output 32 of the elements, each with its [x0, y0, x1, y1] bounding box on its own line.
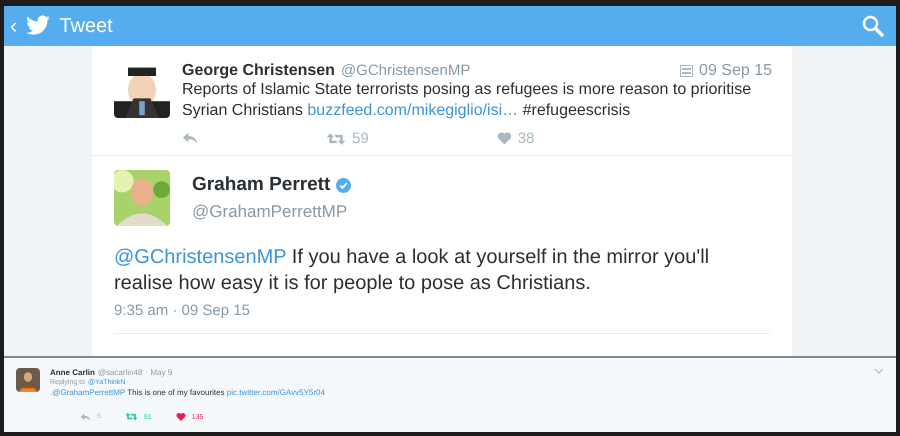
author-name: George Christensen — [182, 62, 335, 80]
quoted-tweet-card[interactable]: George Christensen @GChristensenMP 09 Sep 15 Reports of Islamic State terrorists posing as refugees is more reason to prioritise Syrian Christians buzzfeed.com/mikegiglio/isi… #refugeescrisis 59 38 — [92, 58, 792, 156]
search-icon[interactable] — [862, 15, 884, 38]
tweet-link[interactable]: buzzfeed.com/mikegiglio/isi… — [307, 102, 518, 120]
heart-icon[interactable] — [496, 131, 512, 146]
author-handle: @sacarlin48 — [98, 368, 142, 377]
tweet-text: @GChristensenMP If you have a look at yourself in the mirror you'll realise how easy it is for people to pose as Christians. — [114, 245, 710, 296]
back-button[interactable]: ‹ — [10, 13, 18, 40]
like-count: 38 — [518, 130, 534, 148]
retweet-icon[interactable] — [124, 412, 138, 422]
heart-icon[interactable] — [176, 412, 186, 422]
author-name: Anne Carlin — [50, 368, 95, 377]
tweet-text: .@GrahamPerrettMP This is one of my favourites pic.twitter.com/GAvv5Y5r04 — [50, 388, 326, 398]
reply-icon[interactable] — [80, 412, 91, 422]
hashtag-link[interactable]: #refugeescrisis — [522, 102, 630, 120]
tweet-date: · May 9 — [146, 368, 172, 377]
author-name: Graham Perrett — [192, 174, 330, 196]
calendar-icon — [680, 65, 694, 78]
bird-icon — [25, 15, 52, 38]
author-handle: @GrahamPerrettMP — [192, 202, 348, 222]
mention-link[interactable]: @GChristensenMP — [114, 246, 286, 268]
screen-title: Tweet — [59, 14, 114, 38]
tweet-date: 09 Sep 15 — [699, 62, 772, 80]
tweet-timestamp: 9:35 am · 09 Sep 15 — [114, 302, 251, 320]
author-handle: @GChristensenMP — [340, 62, 470, 80]
reply-icon[interactable] — [182, 132, 198, 145]
retweet-icon[interactable] — [326, 132, 346, 146]
chevron-down-icon[interactable] — [874, 368, 884, 374]
tweet-text: Reports of Islamic State terrorists posing as refugees is more reason to prioritise Syrian Christians buzzfeed.com/mikegiglio/isi… #refugeescrisis — [182, 80, 752, 122]
tweet-link[interactable]: pic.twitter.com/GAvv5Y5r04 — [226, 388, 325, 397]
mention-link[interactable]: .@GrahamPerrettMP — [50, 388, 126, 397]
retweet-count: 59 — [352, 130, 369, 148]
